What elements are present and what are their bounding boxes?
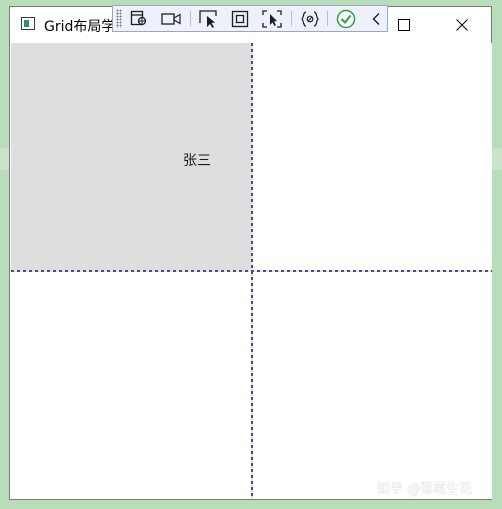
- cell-label: 张三: [183, 153, 211, 169]
- track-focus-icon: [262, 9, 282, 28]
- video-camera-icon: [161, 12, 181, 25]
- app-window: Grid布局学 张三: [9, 6, 492, 500]
- watermark: 知乎 @落笔生花: [377, 482, 473, 497]
- grid-cell-top-left: 张三: [11, 43, 252, 271]
- window-title: Grid布局学: [44, 19, 116, 35]
- grid-row-divider: [11, 270, 492, 272]
- toolbar-grip[interactable]: [116, 9, 122, 28]
- app-window-icon: [21, 17, 35, 30]
- display-layout-adorners-button[interactable]: [229, 8, 251, 29]
- binding-failures-icon: [301, 10, 319, 27]
- collapse-chevron-icon: [372, 12, 380, 25]
- display-layout-adorners-icon: [231, 10, 249, 27]
- grid-content: 张三: [11, 43, 492, 499]
- live-visual-tree-icon: [130, 10, 147, 26]
- close-button[interactable]: [439, 7, 485, 43]
- xaml-debug-toolbar: [112, 5, 388, 32]
- collapse-toolbar-button[interactable]: [365, 8, 387, 29]
- record-video-button[interactable]: [160, 8, 182, 29]
- binding-failures-button[interactable]: [299, 8, 321, 29]
- accessibility-check-button[interactable]: [335, 8, 357, 29]
- live-visual-tree-button[interactable]: [128, 8, 150, 29]
- track-focus-button[interactable]: [261, 8, 283, 29]
- select-element-button[interactable]: [198, 8, 220, 29]
- close-icon: [456, 19, 468, 31]
- select-element-icon: [199, 9, 217, 28]
- maximize-icon: [398, 19, 410, 31]
- accessibility-check-icon: [336, 9, 356, 28]
